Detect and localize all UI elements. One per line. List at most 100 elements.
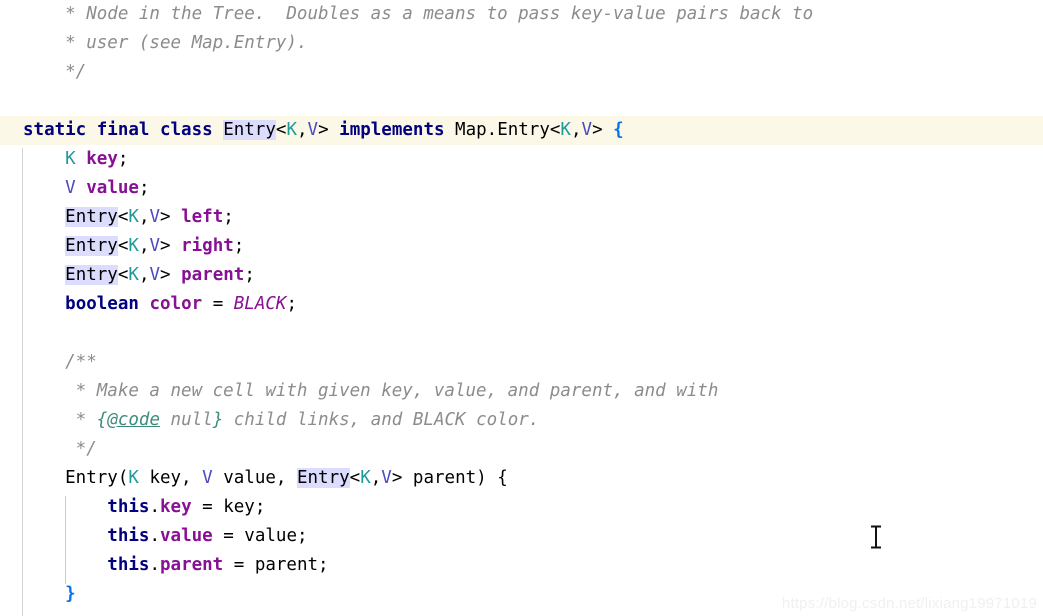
token-cmt: * Make a new cell with given key, value,…	[23, 381, 719, 401]
code-line[interactable]: K key;	[0, 145, 1043, 174]
token-punct: ;	[233, 236, 245, 256]
token-ident-hl: Entry	[65, 236, 118, 256]
code-line[interactable]: this.value = value;	[0, 522, 1043, 551]
token-punct: >	[160, 265, 182, 285]
token-plain: key,	[138, 468, 203, 488]
code-line-caret[interactable]: static final class Entry<K,V> implements…	[0, 116, 1043, 145]
token-field: parent	[160, 555, 224, 575]
token-ident-hl: Entry	[65, 207, 118, 227]
code-line[interactable]: this.parent = parent;	[0, 551, 1043, 580]
token-field: value	[86, 178, 139, 198]
guide-class-body	[22, 148, 23, 616]
code-editor-viewport[interactable]: * Node in the Tree. Doubles as a means t…	[0, 0, 1043, 616]
token-typaramv: V	[307, 120, 319, 140]
token-punct: ;	[117, 149, 129, 169]
code-line[interactable]: Entry<K,V> left;	[0, 203, 1043, 232]
token-plain: =	[202, 294, 234, 314]
code-line-content: static final class Entry<K,V> implements…	[0, 116, 1043, 145]
token-punct: ;	[223, 207, 234, 227]
token-punct: <	[117, 265, 129, 285]
token-plain: = parent;	[223, 555, 329, 575]
token-plain: = key;	[191, 497, 266, 517]
token-punct: <	[349, 468, 361, 488]
token-typaramv: V	[149, 236, 161, 256]
token-field: right	[181, 236, 234, 256]
code-line[interactable]: Entry(K key, V value, Entry<K,V> parent)…	[0, 464, 1043, 493]
code-line[interactable]: Entry<K,V> parent;	[0, 261, 1043, 290]
code-line[interactable]	[0, 319, 1043, 348]
code-line[interactable]: * user (see Map.Entry).	[0, 29, 1043, 58]
token-field: left	[181, 207, 224, 227]
code-line[interactable]: */	[0, 58, 1043, 87]
code-text-area[interactable]: * Node in the Tree. Doubles as a means t…	[0, 0, 1043, 609]
token-punct: <	[549, 120, 561, 140]
token-punct: <	[117, 207, 129, 227]
code-line[interactable]: Entry<K,V> right;	[0, 232, 1043, 261]
guide-ctor-body	[65, 496, 66, 584]
token-punct: <	[275, 120, 287, 140]
token-punct: >	[318, 120, 340, 140]
token-cmt: */	[23, 439, 97, 459]
token-punct: ,	[370, 468, 382, 488]
token-ident-hl: Entry	[65, 265, 118, 285]
token-cmt: null	[160, 410, 213, 430]
token-cmt: * Node in the Tree. Doubles as a means t…	[23, 4, 814, 24]
token-typaram: K	[128, 468, 139, 488]
code-line[interactable]: boolean color = BLACK;	[0, 290, 1043, 319]
token-typaram: K	[286, 120, 297, 140]
token-kw: this	[107, 497, 150, 517]
token-kw: this	[107, 526, 150, 546]
token-cmt-tag: {	[96, 410, 108, 430]
code-line[interactable]: */	[0, 435, 1043, 464]
token-kw: static final class	[23, 120, 213, 140]
code-line[interactable]: V value;	[0, 174, 1043, 203]
token-typaramv: V	[581, 120, 593, 140]
code-line[interactable]	[0, 87, 1043, 116]
token-field: parent	[181, 265, 245, 285]
code-line[interactable]: this.key = key;	[0, 493, 1043, 522]
token-cmt-tag-u: @code	[107, 410, 160, 430]
token-punct: ,	[138, 236, 150, 256]
token-typaram: K	[128, 207, 139, 227]
token-typaram: K	[128, 265, 139, 285]
token-kw: boolean	[65, 294, 139, 314]
code-line[interactable]: * {@code null} child links, and BLACK co…	[0, 406, 1043, 435]
token-punct: ,	[138, 207, 150, 227]
token-plain: parent) {	[412, 468, 508, 488]
token-punct: >	[391, 468, 413, 488]
code-line[interactable]: /**	[0, 348, 1043, 377]
token-punct: ,	[296, 120, 308, 140]
token-typaramv: V	[65, 178, 76, 198]
token-plain: Map.Entry	[444, 120, 550, 140]
token-punct: >	[160, 236, 182, 256]
token-typaramv: V	[202, 468, 213, 488]
token-punct: ,	[138, 265, 150, 285]
token-typaramv: V	[149, 265, 161, 285]
token-cmt: /**	[23, 352, 97, 372]
token-punct: ;	[244, 265, 255, 285]
token-punct: ;	[138, 178, 150, 198]
token-brace-hl: {	[613, 120, 624, 140]
watermark-text: https://blog.csdn.net/lixiang19971019	[781, 595, 1037, 612]
token-kw: this	[107, 555, 150, 575]
token-brace-hl: }	[65, 584, 76, 604]
token-typaram: K	[128, 236, 139, 256]
code-line[interactable]: * Node in the Tree. Doubles as a means t…	[0, 0, 1043, 29]
token-typaram: K	[560, 120, 571, 140]
token-typaram: K	[65, 149, 76, 169]
token-punct: ,	[570, 120, 582, 140]
code-line[interactable]: * Make a new cell with given key, value,…	[0, 377, 1043, 406]
token-punct: ;	[286, 294, 297, 314]
token-cmt: child links, and BLACK color.	[223, 410, 540, 430]
token-cmt: * user (see Map.Entry).	[23, 33, 308, 53]
token-typaram: K	[360, 468, 371, 488]
token-typaramv: V	[381, 468, 392, 488]
